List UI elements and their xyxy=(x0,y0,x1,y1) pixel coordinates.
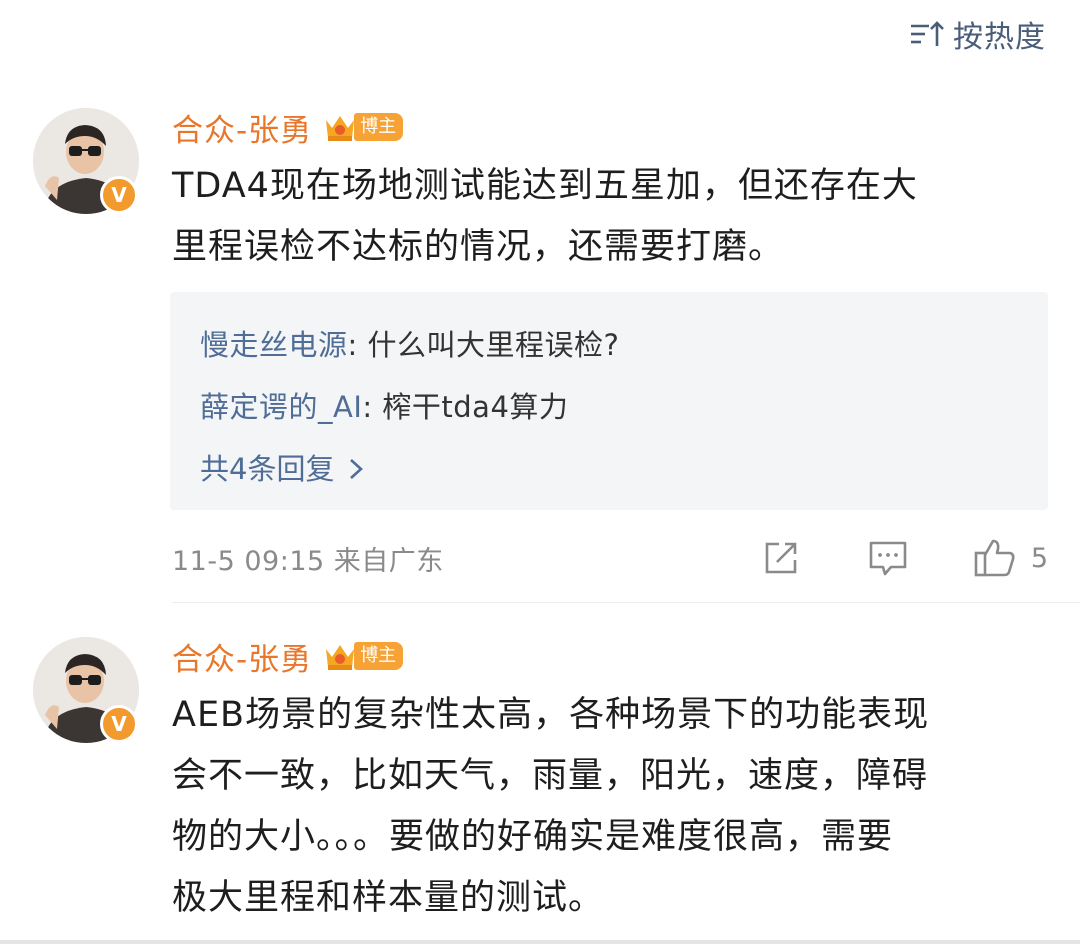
comment-text-line: AEB场景的复杂性太高，各种场景下的功能表现 xyxy=(172,695,930,735)
verified-icon: V xyxy=(100,705,138,743)
comment-text: AEB场景的复杂性太高，各种场景下的功能表现 会不一致，比如天气，雨量，阳光，速… xyxy=(172,685,1052,929)
author-name[interactable]: 合众-张勇 xyxy=(172,634,312,679)
crown-icon xyxy=(326,645,355,670)
comment-text-line: 物的大小。。。要做的好确实是难度很高，需要 xyxy=(172,817,894,857)
bottom-divider xyxy=(0,940,1080,944)
author-row: 合众-张勇 博主 xyxy=(172,634,404,679)
comment-text-line: 极大里程和样本量的测试。 xyxy=(172,878,605,918)
badge-label: 博主 xyxy=(354,642,404,670)
blogger-badge: 博主 xyxy=(322,639,404,673)
comment-text-line: 会不一致，比如天气，雨量，阳光，速度，障碍 xyxy=(172,756,929,796)
comment-item: V 合众-张勇 博主 AEB场景的复杂性太高，各种场景下的功能表现 会不一致，比… xyxy=(0,0,1080,944)
